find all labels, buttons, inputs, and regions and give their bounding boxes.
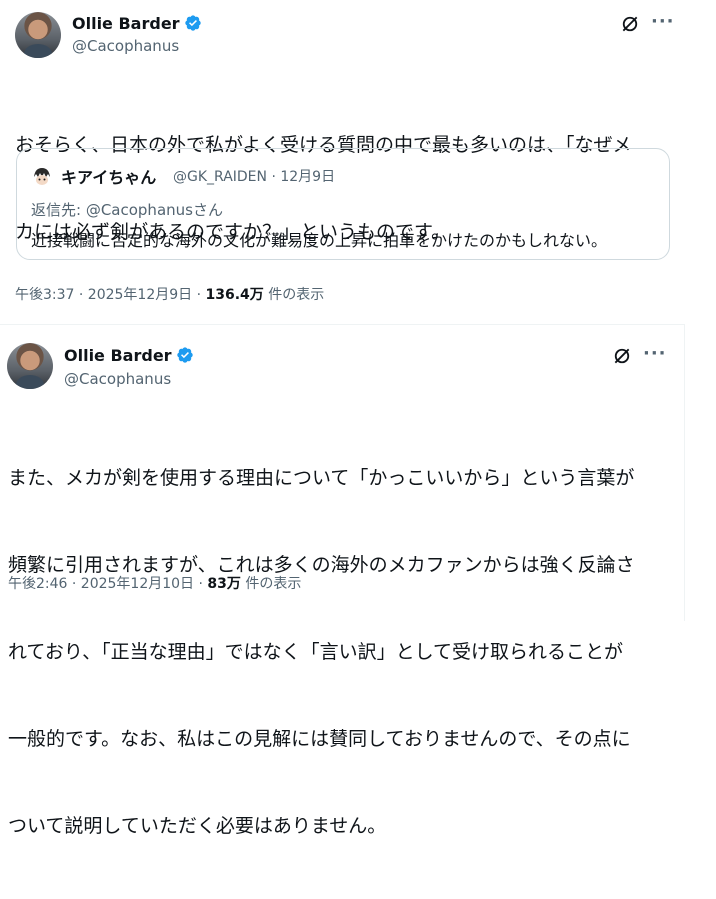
author-name[interactable]: Ollie Barder (72, 14, 202, 33)
tweet-metadata: 午後2:46 · 2025年12月10日 · 83万 件の表示 (8, 573, 301, 593)
quote-meta: @GK_RAIDEN · 12月9日 (173, 166, 335, 186)
views-count: 83万 (207, 576, 241, 592)
tweet-text-line: ついて説明していただく必要はありません。 (8, 815, 387, 837)
more-icon[interactable]: ··· (651, 11, 675, 32)
tweet-card-1[interactable]: Ollie Barder @Cacophanus ··· おそらく、日本の外で私… (0, 0, 690, 318)
more-icon[interactable]: ··· (643, 343, 667, 364)
tweet-card-2[interactable]: Ollie Barder @Cacophanus ··· また、メカが剣を使用す… (0, 324, 685, 837)
grok-icon[interactable] (620, 14, 640, 34)
views-label: 件の表示 (263, 287, 325, 303)
quote-reply-to: 返信先: @Cacophanusさん (31, 201, 223, 219)
views-count: 136.4万 (205, 287, 264, 303)
quote-author-name: キアイちゃん (61, 168, 157, 187)
quote-author-handle: @GK_RAIDEN (173, 169, 267, 185)
tweet-text-line: 一般的です。なお、私はこの見解には賛同しておりませんので、その点に (8, 728, 631, 750)
views-label: 件の表示 (240, 576, 302, 592)
quoted-tweet[interactable]: キアイちゃん @GK_RAIDEN · 12月9日 返信先: @Cacophan… (16, 148, 670, 260)
tweet-timestamp[interactable]: 午後3:37 · 2025年12月9日 · (15, 287, 206, 303)
grok-icon[interactable] (612, 346, 632, 366)
avatar[interactable] (7, 343, 53, 389)
quote-avatar (31, 165, 53, 187)
avatar[interactable] (15, 12, 61, 58)
verified-badge-icon (184, 15, 201, 31)
verified-badge-icon (176, 347, 193, 363)
author-name-label[interactable]: Ollie Barder (64, 346, 172, 365)
author-name[interactable]: Ollie Barder (64, 346, 194, 365)
tweet-metadata: 午後3:37 · 2025年12月9日 · 136.4万 件の表示 (15, 284, 324, 304)
author-handle[interactable]: @Cacophanus (64, 370, 171, 388)
author-handle[interactable]: @Cacophanus (72, 37, 179, 55)
tweet-text-line: れており、「正当な理由」ではなく「言い訳」として受け取られることが (8, 641, 624, 663)
quote-date: 12月9日 (280, 169, 336, 185)
tweet-timestamp[interactable]: 午後2:46 · 2025年12月10日 · (8, 576, 207, 592)
tweet-text: また、メカが剣を使用する理由について「かっこいいから」という言葉が 頻繁に引用さ… (8, 406, 635, 899)
author-name-label[interactable]: Ollie Barder (72, 14, 180, 33)
tweet-text-line: また、メカが剣を使用する理由について「かっこいいから」という言葉が (8, 467, 635, 489)
quote-text: 近接戦闘に否定的な海外の文化が難易度の上昇に拍車をかけたのかもしれない。 (31, 231, 608, 250)
